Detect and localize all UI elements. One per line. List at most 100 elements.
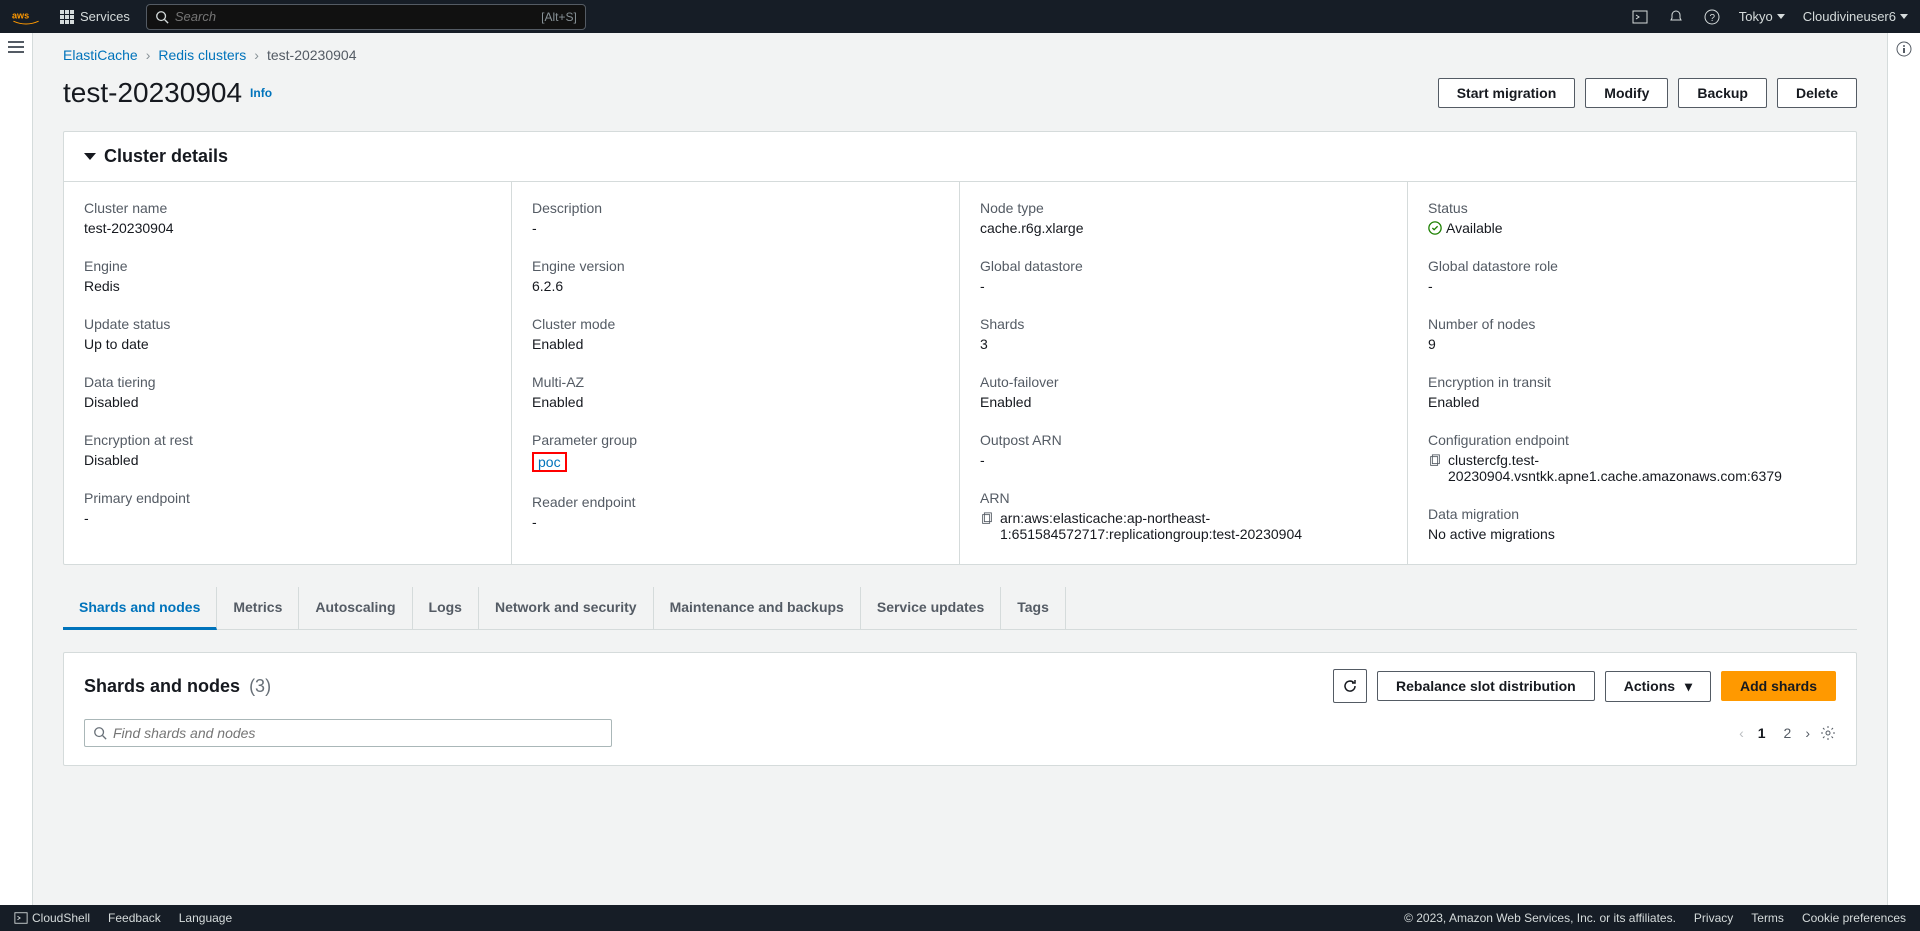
cluster-mode-label: Cluster mode [532,316,939,332]
copy-icon[interactable] [980,512,994,526]
modify-button[interactable]: Modify [1585,78,1668,108]
page-prev[interactable]: ‹ [1739,725,1744,741]
update-status-value: Up to date [84,336,491,352]
search-icon [93,726,107,740]
info-link[interactable]: Info [250,86,272,100]
global-search[interactable]: [Alt+S] [146,4,586,30]
footer-cookies[interactable]: Cookie preferences [1802,911,1906,925]
chevron-right-icon: › [146,47,151,63]
description-value: - [532,220,939,236]
footer-feedback[interactable]: Feedback [108,911,161,925]
arn-label: ARN [980,490,1387,506]
delete-button[interactable]: Delete [1777,78,1857,108]
breadcrumb-mid[interactable]: Redis clusters [158,47,246,63]
shards-heading: Shards and nodes (3) [84,676,271,697]
footer-terms[interactable]: Terms [1751,911,1784,925]
arn-value: arn:aws:elasticache:ap-northeast-1:65158… [1000,510,1387,542]
region-selector[interactable]: Tokyo [1739,9,1785,24]
search-input[interactable] [175,9,541,24]
tab-metrics[interactable]: Metrics [217,587,299,629]
tab-shards-nodes[interactable]: Shards and nodes [63,587,217,630]
footer: CloudShell Feedback Language © 2023, Ama… [0,905,1920,931]
user-menu[interactable]: Cloudivineuser6 [1803,9,1908,24]
backup-button[interactable]: Backup [1678,78,1767,108]
tab-service-updates[interactable]: Service updates [861,587,1001,629]
primary-endpoint-label: Primary endpoint [84,490,491,506]
parameter-group-label: Parameter group [532,432,939,448]
cluster-details-heading: Cluster details [104,146,228,167]
auto-failover-value: Enabled [980,394,1387,410]
page-next[interactable]: › [1805,725,1810,741]
data-migration-label: Data migration [1428,506,1836,522]
cluster-details-toggle[interactable]: Cluster details [64,132,1856,181]
breadcrumb-root[interactable]: ElastiCache [63,47,138,63]
cluster-details-panel: Cluster details Cluster name test-2023090… [63,131,1857,565]
gear-icon [1820,725,1836,741]
aws-logo[interactable]: aws [12,8,40,26]
encryption-transit-value: Enabled [1428,394,1836,410]
engine-version-value: 6.2.6 [532,278,939,294]
outpost-arn-label: Outpost ARN [980,432,1387,448]
auto-failover-label: Auto-failover [980,374,1387,390]
description-label: Description [532,200,939,216]
encryption-rest-value: Disabled [84,452,491,468]
tab-logs[interactable]: Logs [413,587,479,629]
global-datastore-role-label: Global datastore role [1428,258,1836,274]
tab-network-security[interactable]: Network and security [479,587,654,629]
global-datastore-role-value: - [1428,278,1836,294]
tab-maintenance-backups[interactable]: Maintenance and backups [654,587,861,629]
services-menu[interactable]: Services [52,3,138,30]
node-type-label: Node type [980,200,1387,216]
info-rail-toggle[interactable] [1887,33,1920,905]
breadcrumb: ElastiCache › Redis clusters › test-2023… [63,47,1857,63]
tab-autoscaling[interactable]: Autoscaling [299,587,412,629]
config-endpoint-value: clustercfg.test-20230904.vsntkk.apne1.ca… [1448,452,1836,484]
tab-tags[interactable]: Tags [1001,587,1066,629]
grid-icon [60,10,74,24]
hamburger-icon [8,41,24,905]
rebalance-button[interactable]: Rebalance slot distribution [1377,671,1595,701]
triangle-down-icon [84,153,96,160]
reader-endpoint-label: Reader endpoint [532,494,939,510]
refresh-button[interactable] [1333,669,1367,703]
search-hint: [Alt+S] [541,10,577,24]
footer-cloudshell[interactable]: CloudShell [14,911,90,925]
status-value: Available [1428,220,1836,236]
encryption-rest-label: Encryption at rest [84,432,491,448]
num-nodes-label: Number of nodes [1428,316,1836,332]
parameter-group-link[interactable]: poc [532,452,567,472]
info-icon [1896,41,1912,57]
data-migration-value: No active migrations [1428,526,1836,542]
actions-dropdown[interactable]: Actions ▾ [1605,671,1711,702]
update-status-label: Update status [84,316,491,332]
page-2[interactable]: 2 [1780,721,1796,745]
add-shards-button[interactable]: Add shards [1721,671,1836,701]
engine-label: Engine [84,258,491,274]
shards-filter-input[interactable] [113,725,603,741]
refresh-icon [1342,678,1358,694]
footer-copyright: © 2023, Amazon Web Services, Inc. or its… [1404,911,1676,925]
multi-az-label: Multi-AZ [532,374,939,390]
help-icon[interactable]: ? [1703,8,1721,26]
svg-text:?: ? [1709,13,1715,24]
search-icon [155,10,169,24]
table-settings[interactable] [1820,725,1836,741]
footer-language[interactable]: Language [179,911,232,925]
engine-value: Redis [84,278,491,294]
shards-filter[interactable] [84,719,612,747]
copy-icon[interactable] [1428,454,1442,468]
data-tiering-value: Disabled [84,394,491,410]
nav-toggle[interactable] [0,33,33,905]
page-1[interactable]: 1 [1754,721,1770,745]
chevron-right-icon: › [254,47,259,63]
start-migration-button[interactable]: Start migration [1438,78,1576,108]
cluster-name-label: Cluster name [84,200,491,216]
notifications-icon[interactable] [1667,8,1685,26]
shards-value: 3 [980,336,1387,352]
cluster-name-value: test-20230904 [84,220,491,236]
cloudshell-icon[interactable] [1631,8,1649,26]
reader-endpoint-value: - [532,514,939,530]
shards-panel: Shards and nodes (3) Rebalance slot dist… [63,652,1857,766]
engine-version-label: Engine version [532,258,939,274]
footer-privacy[interactable]: Privacy [1694,911,1733,925]
